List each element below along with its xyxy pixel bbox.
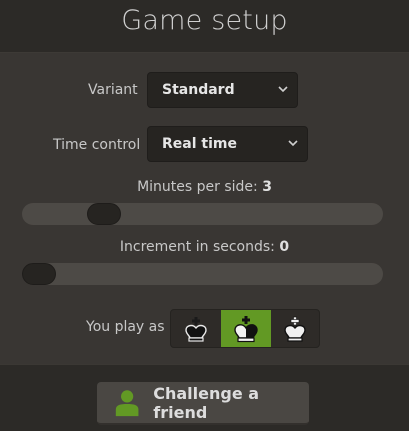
variant-value: Standard xyxy=(162,82,235,98)
time-control-label: Time control xyxy=(53,137,141,153)
minutes-label: Minutes per side: 3 xyxy=(137,179,272,195)
minutes-slider[interactable] xyxy=(22,203,383,225)
variant-label: Variant xyxy=(88,82,138,98)
color-choice-group xyxy=(170,309,320,348)
challenge-friend-button[interactable]: Challenge a friend xyxy=(97,382,309,425)
play-as-label: You play as xyxy=(86,319,165,335)
increment-slider-thumb[interactable] xyxy=(22,263,56,285)
footer: Challenge a friend xyxy=(0,364,409,431)
person-icon xyxy=(115,389,139,416)
variant-select[interactable]: Standard xyxy=(147,72,298,108)
random-king-icon xyxy=(234,315,258,342)
white-king-icon xyxy=(284,316,306,342)
increment-value: 0 xyxy=(279,239,290,255)
minutes-slider-thumb[interactable] xyxy=(87,203,121,225)
header: Game setup xyxy=(0,0,409,53)
minutes-value: 3 xyxy=(262,179,272,195)
page-title: Game setup xyxy=(121,4,288,36)
time-control-select[interactable]: Real time xyxy=(147,126,308,162)
challenge-friend-label: Challenge a friend xyxy=(153,383,260,422)
increment-label: Increment in seconds: 0 xyxy=(119,239,290,255)
chevron-down-icon xyxy=(278,86,288,93)
play-random-button[interactable] xyxy=(221,310,271,347)
time-control-value: Real time xyxy=(162,136,237,152)
black-king-icon xyxy=(185,316,207,342)
play-black-button[interactable] xyxy=(171,310,221,347)
chevron-down-icon xyxy=(288,140,298,147)
increment-slider[interactable] xyxy=(22,263,383,285)
play-white-button[interactable] xyxy=(271,310,319,347)
